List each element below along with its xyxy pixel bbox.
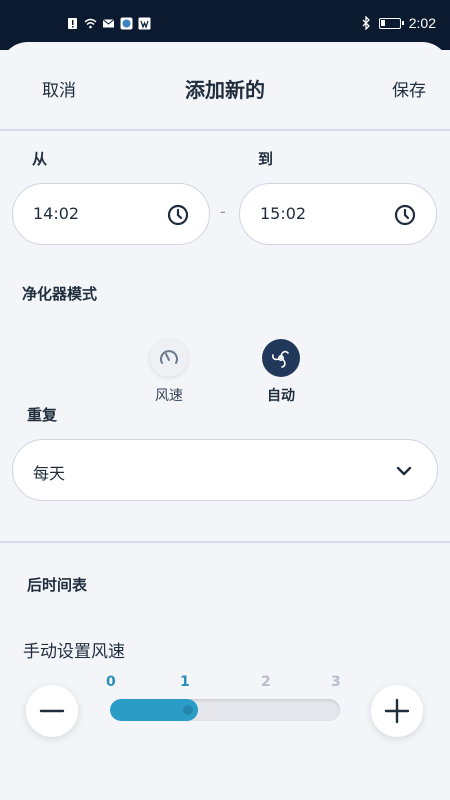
notification-icons (66, 17, 151, 30)
clock-icon (394, 204, 416, 226)
to-label: 到 (258, 150, 274, 168)
fan-speed-label: 手动设置风速 (23, 642, 125, 662)
bluetooth-icon (362, 16, 370, 30)
speedometer-icon (160, 350, 178, 364)
system-status: 2:02 (361, 15, 436, 31)
fan-speed-tick: 2 (261, 674, 271, 690)
repeat-value: 每天 (33, 464, 66, 483)
fan-speed-slider[interactable] (110, 699, 340, 721)
increase-speed-button[interactable] (371, 685, 423, 737)
from-time-value: 14:02 (33, 204, 80, 223)
page-title: 添加新的 (185, 78, 265, 102)
fan-speed-tick: 1 (180, 674, 190, 690)
time-separator: - (220, 202, 226, 221)
repeat-select[interactable]: 每天 (12, 439, 438, 501)
mode-option-label: 自动 (267, 388, 295, 404)
fan-speed-tick: 0 (106, 674, 116, 690)
after-schedule-label: 后时间表 (27, 576, 88, 594)
plus-icon (384, 698, 410, 724)
from-time-field[interactable]: 14:02 (12, 183, 210, 245)
chevron-down-icon (396, 466, 412, 476)
mode-option-circle-selected (262, 339, 300, 377)
mode-option-circle (150, 339, 188, 377)
fan-icon (272, 350, 289, 368)
from-label: 从 (32, 150, 48, 168)
purifier-mode-label: 净化器模式 (22, 285, 98, 303)
mode-option-label: 风速 (155, 388, 183, 404)
save-button[interactable]: 保存 (392, 76, 426, 101)
clock-icon (167, 204, 189, 226)
fan-speed-tick: 3 (331, 674, 341, 690)
battery-icon (378, 17, 404, 29)
decrease-speed-button[interactable] (26, 685, 78, 737)
browser-icon (120, 17, 133, 30)
minus-icon (39, 709, 65, 713)
add-schedule-sheet: 取消 添加新的 保存 从 到 14:02 - 15:02 净化器模式 风速 自动… (0, 42, 450, 800)
section-divider (0, 541, 450, 543)
mail-icon (102, 19, 115, 28)
status-time: 2:02 (408, 15, 436, 31)
wifi-icon (84, 18, 97, 29)
app-icon (138, 17, 151, 30)
repeat-label: 重复 (27, 406, 58, 424)
header-divider (0, 129, 450, 131)
to-time-field[interactable]: 15:02 (239, 183, 437, 245)
to-time-value: 15:02 (260, 204, 307, 223)
header: 取消 添加新的 保存 (0, 42, 450, 130)
sim-alert-icon (68, 18, 77, 29)
mode-option-auto[interactable]: 自动 (250, 339, 312, 405)
mode-option-fan-speed[interactable]: 风速 (138, 339, 200, 405)
fan-speed-knob[interactable] (183, 705, 193, 715)
